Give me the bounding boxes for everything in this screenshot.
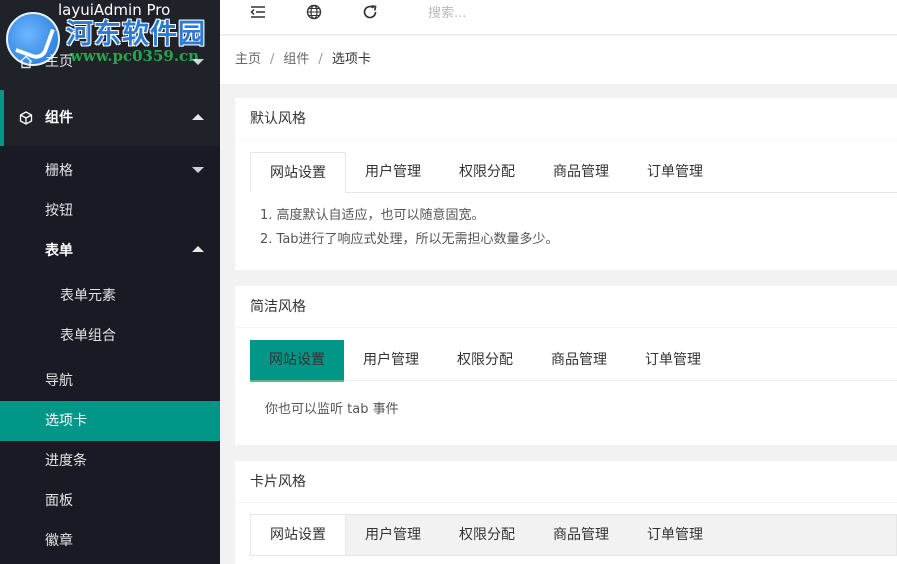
tab-user-management[interactable]: 用户管理 <box>344 340 438 380</box>
breadcrumb-current: 选项卡 <box>331 52 371 67</box>
cube-icon <box>19 111 33 125</box>
top-header: 搜索... <box>220 0 897 35</box>
tab-user-management[interactable]: 用户管理 <box>346 152 440 192</box>
breadcrumb-separator: / <box>270 52 275 67</box>
sidebar-item-components[interactable]: 组件 <box>0 90 220 146</box>
sidebar-item-label: 表单元素 <box>60 288 116 304</box>
sidebar-item-nav[interactable]: 导航 <box>0 361 220 401</box>
sidebar-item-grid[interactable]: 栅格 <box>0 151 220 191</box>
card-title: 默认风格 <box>235 98 897 140</box>
sidebar-item-form[interactable]: 表单 <box>0 231 220 271</box>
card-card-style: 卡片风格 网站设置 用户管理 权限分配 商品管理 订单管理 <box>235 461 897 564</box>
card-default-style: 默认风格 网站设置 用户管理 权限分配 商品管理 订单管理 1. 高度默认自适应… <box>235 98 897 270</box>
chevron-up-icon <box>192 114 204 120</box>
tab-permission[interactable]: 权限分配 <box>440 515 534 555</box>
breadcrumb: 主页 / 组件 / 选项卡 <box>220 36 897 85</box>
card-title: 简洁风格 <box>235 286 897 328</box>
chevron-down-icon <box>192 167 204 173</box>
sidebar-item-panel[interactable]: 面板 <box>0 481 220 521</box>
sidebar-item-label: 面板 <box>45 493 73 509</box>
tab-bar: 网站设置 用户管理 权限分配 商品管理 订单管理 <box>250 340 897 382</box>
breadcrumb-component[interactable]: 组件 <box>283 52 309 67</box>
home-icon <box>19 55 33 69</box>
sidebar-item-label: 主页 <box>45 54 73 70</box>
tab-content: 你也可以监听 tab 事件 <box>265 402 399 417</box>
tab-bar: 网站设置 用户管理 权限分配 商品管理 订单管理 <box>250 152 897 193</box>
sidebar-item-progress[interactable]: 进度条 <box>0 441 220 481</box>
tab-order-management[interactable]: 订单管理 <box>626 340 720 380</box>
sidebar-item-form-combo[interactable]: 表单组合 <box>0 316 220 356</box>
tab-order-management[interactable]: 订单管理 <box>628 515 722 555</box>
tab-content: 1. 高度默认自适应，也可以随意固宽。 2. Tab进行了响应式处理，所以无需担… <box>260 204 559 252</box>
sidebar-item-badge[interactable]: 徽章 <box>0 521 220 561</box>
globe-icon[interactable] <box>305 3 323 21</box>
sidebar-item-label: 表单组合 <box>60 328 116 344</box>
tab-user-management[interactable]: 用户管理 <box>346 515 440 555</box>
search-input[interactable]: 搜索... <box>428 2 466 21</box>
sidebar-item-label: 栅格 <box>45 163 73 179</box>
sidebar-item-label: 进度条 <box>45 453 87 469</box>
card-title: 卡片风格 <box>235 461 897 503</box>
menu-collapse-icon[interactable] <box>249 3 267 21</box>
content-line: 2. Tab进行了响应式处理，所以无需担心数量多少。 <box>260 232 559 247</box>
sidebar-item-form-elements[interactable]: 表单元素 <box>0 276 220 316</box>
tab-site-settings[interactable]: 网站设置 <box>251 515 346 555</box>
tab-permission[interactable]: 权限分配 <box>438 340 532 380</box>
content-line: 1. 高度默认自适应，也可以随意固宽。 <box>260 208 485 223</box>
sidebar-item-tabs[interactable]: 选项卡 <box>0 401 220 441</box>
sidebar-item-label: 按钮 <box>45 203 73 219</box>
sidebar-item-label: 徽章 <box>45 533 73 549</box>
tab-bar: 网站设置 用户管理 权限分配 商品管理 订单管理 <box>250 514 897 556</box>
tab-site-settings[interactable]: 网站设置 <box>250 152 346 193</box>
tab-product-management[interactable]: 商品管理 <box>534 515 628 555</box>
breadcrumb-home[interactable]: 主页 <box>235 52 261 67</box>
sidebar: layuiAdmin Pro 河东软件园 www.pc0359.cn 主页 组件… <box>0 0 220 564</box>
sidebar-item-home[interactable]: 主页 <box>0 43 220 81</box>
tab-site-settings[interactable]: 网站设置 <box>250 340 344 382</box>
breadcrumb-separator: / <box>318 52 323 67</box>
sidebar-item-label: 选项卡 <box>45 413 87 429</box>
refresh-icon[interactable] <box>361 3 379 21</box>
tab-product-management[interactable]: 商品管理 <box>534 152 628 192</box>
tab-product-management[interactable]: 商品管理 <box>532 340 626 380</box>
sidebar-item-label: 导航 <box>45 373 73 389</box>
chevron-down-icon <box>192 59 204 65</box>
chevron-up-icon <box>192 246 204 252</box>
sidebar-item-label: 表单 <box>45 243 73 259</box>
card-brief-style: 简洁风格 网站设置 用户管理 权限分配 商品管理 订单管理 你也可以监听 tab… <box>235 286 897 445</box>
tab-permission[interactable]: 权限分配 <box>440 152 534 192</box>
tab-order-management[interactable]: 订单管理 <box>628 152 722 192</box>
sidebar-item-button[interactable]: 按钮 <box>0 191 220 231</box>
sidebar-item-label: 组件 <box>45 110 73 126</box>
